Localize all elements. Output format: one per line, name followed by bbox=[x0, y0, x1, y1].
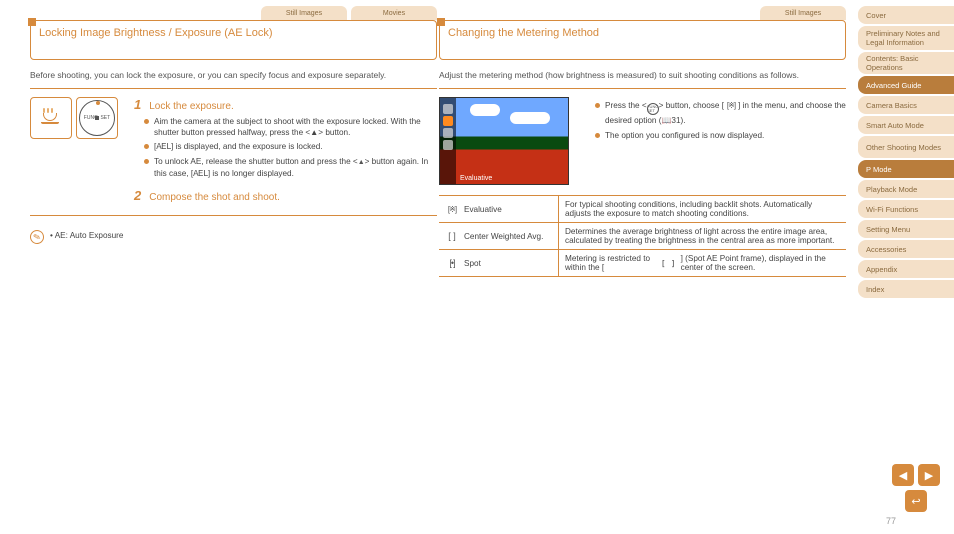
table-key: Spot bbox=[439, 250, 559, 276]
table-value: Metering is restricted to within the [[ … bbox=[559, 250, 846, 276]
table-value: Determines the average brightness of lig… bbox=[559, 223, 846, 249]
page-nav: ◀ ▶ ↩ bbox=[892, 464, 940, 512]
step-bullet: The option you configured is now display… bbox=[595, 130, 846, 141]
step-bullet: Press the <FUNCSET> button, choose [] in… bbox=[595, 100, 846, 127]
bullet-text: The option you configured is now display… bbox=[605, 130, 764, 141]
screenshot-caption: Evaluative bbox=[460, 175, 492, 182]
illustrations: FUNC. SET bbox=[30, 97, 118, 207]
step-bullet: To unlock AE, release the shutter button… bbox=[144, 156, 437, 180]
bullet-text: Aim the camera at the subject to shoot w… bbox=[154, 116, 437, 138]
nav-prev-button[interactable]: ◀ bbox=[892, 464, 914, 486]
ael-indicator-icon: AEL bbox=[156, 142, 171, 152]
bullet-dot-icon bbox=[595, 103, 600, 108]
steps: 1 Lock the exposure. Aim the camera at t… bbox=[128, 97, 437, 207]
divider bbox=[30, 215, 437, 216]
toc-item[interactable]: Playback Mode bbox=[858, 180, 954, 198]
bullet-dot-icon bbox=[595, 133, 600, 138]
metering-table: Evaluative For typical shooting conditio… bbox=[439, 195, 846, 277]
bullet-text: To unlock AE, release the shutter button… bbox=[154, 156, 437, 180]
mode-tabs: Still Images bbox=[439, 6, 846, 20]
section-title: Changing the Metering Method bbox=[448, 27, 837, 39]
toc-item[interactable]: Appendix bbox=[858, 260, 954, 278]
toc-item[interactable]: Setting Menu bbox=[858, 220, 954, 238]
menu-strip bbox=[440, 98, 456, 184]
toc-item-active[interactable]: P Mode bbox=[858, 160, 954, 178]
corner-decor bbox=[437, 18, 445, 26]
toc-item[interactable]: Index bbox=[858, 280, 954, 298]
note: • AE: Auto Exposure bbox=[30, 230, 437, 244]
bullet-dot-icon bbox=[144, 119, 149, 124]
nav-return-button[interactable]: ↩ bbox=[905, 490, 927, 512]
divider bbox=[439, 88, 846, 89]
section-desc: Adjust the metering method (how brightne… bbox=[439, 70, 846, 80]
section-desc: Before shooting, you can lock the exposu… bbox=[30, 70, 437, 80]
table-row: Spot Metering is restricted to within th… bbox=[439, 250, 846, 277]
camera-screenshot: Evaluative bbox=[439, 97, 569, 185]
bullet-text: [AEL] is displayed, and the exposure is … bbox=[154, 141, 323, 153]
section-title-box: Changing the Metering Method bbox=[439, 20, 846, 60]
func-set-icon: FUNCSET bbox=[647, 103, 659, 115]
step-number: 1 bbox=[134, 97, 141, 112]
left-column: Still Images Movies Locking Image Bright… bbox=[30, 6, 437, 528]
section-title-box: Locking Image Brightness / Exposure (AE … bbox=[30, 20, 437, 60]
table-value: For typical shooting conditions, includi… bbox=[559, 196, 846, 222]
tab-movies[interactable]: Movies bbox=[351, 6, 437, 20]
macro-icon bbox=[41, 109, 61, 127]
section-title: Locking Image Brightness / Exposure (AE … bbox=[39, 27, 428, 39]
table-key: Center Weighted Avg. bbox=[439, 223, 559, 249]
evaluative-metering-icon bbox=[724, 101, 738, 111]
bullet-text: Press the <FUNCSET> button, choose [] in… bbox=[605, 100, 846, 127]
spot-metering-icon bbox=[445, 258, 459, 268]
table-row: Evaluative For typical shooting conditio… bbox=[439, 196, 846, 223]
control-wheel-illus: FUNC. SET bbox=[76, 97, 118, 139]
toc-item[interactable]: Wi-Fi Functions bbox=[858, 200, 954, 218]
toc-sidebar: Cover Preliminary Notes and Legal Inform… bbox=[858, 6, 954, 298]
note-text: • AE: Auto Exposure bbox=[50, 230, 123, 241]
page-number: 77 bbox=[886, 516, 896, 526]
center-weighted-icon bbox=[445, 231, 459, 241]
toc-item[interactable]: Accessories bbox=[858, 240, 954, 258]
up-arrow-icon bbox=[358, 157, 365, 166]
step-number: 2 bbox=[134, 188, 141, 203]
tab-still[interactable]: Still Images bbox=[760, 6, 846, 20]
bullet-dot-icon bbox=[144, 159, 149, 164]
divider bbox=[30, 88, 437, 89]
mode-tabs: Still Images Movies bbox=[30, 6, 437, 20]
nav-next-button[interactable]: ▶ bbox=[918, 464, 940, 486]
func-wheel-icon: FUNC. SET bbox=[79, 100, 115, 136]
toc-item[interactable]: Advanced Guide bbox=[858, 76, 954, 94]
toc-item[interactable]: Contents: Basic Operations bbox=[858, 52, 954, 74]
step-bullet: [AEL] is displayed, and the exposure is … bbox=[144, 141, 437, 153]
toc-item[interactable]: Cover bbox=[858, 6, 954, 24]
ael-indicator-icon: AEL bbox=[193, 169, 208, 179]
bullet-dot-icon bbox=[144, 144, 149, 149]
corner-decor bbox=[28, 18, 36, 26]
toc-item[interactable]: Camera Basics bbox=[858, 96, 954, 114]
camera-top-illus bbox=[30, 97, 72, 139]
step-title: Lock the exposure. bbox=[149, 101, 234, 112]
step-2-heading: 2 Compose the shot and shoot. bbox=[134, 188, 437, 203]
toc-item[interactable]: Other Shooting Modes bbox=[858, 136, 954, 158]
selected-option-icon bbox=[443, 116, 453, 126]
step-title: Compose the shot and shoot. bbox=[149, 192, 280, 203]
toc-item[interactable]: Preliminary Notes and Legal Information bbox=[858, 26, 954, 50]
table-row: Center Weighted Avg. Determines the aver… bbox=[439, 223, 846, 250]
pencil-icon bbox=[28, 228, 45, 245]
evaluative-metering-icon bbox=[445, 204, 459, 214]
right-column: Still Images Changing the Metering Metho… bbox=[439, 6, 846, 528]
step-1-heading: 1 Lock the exposure. bbox=[134, 97, 437, 112]
tab-still[interactable]: Still Images bbox=[261, 6, 347, 20]
toc-item[interactable]: Smart Auto Mode bbox=[858, 116, 954, 134]
table-key: Evaluative bbox=[439, 196, 559, 222]
page-ref-icon bbox=[661, 116, 671, 125]
step-bullet: Aim the camera at the subject to shoot w… bbox=[144, 116, 437, 138]
